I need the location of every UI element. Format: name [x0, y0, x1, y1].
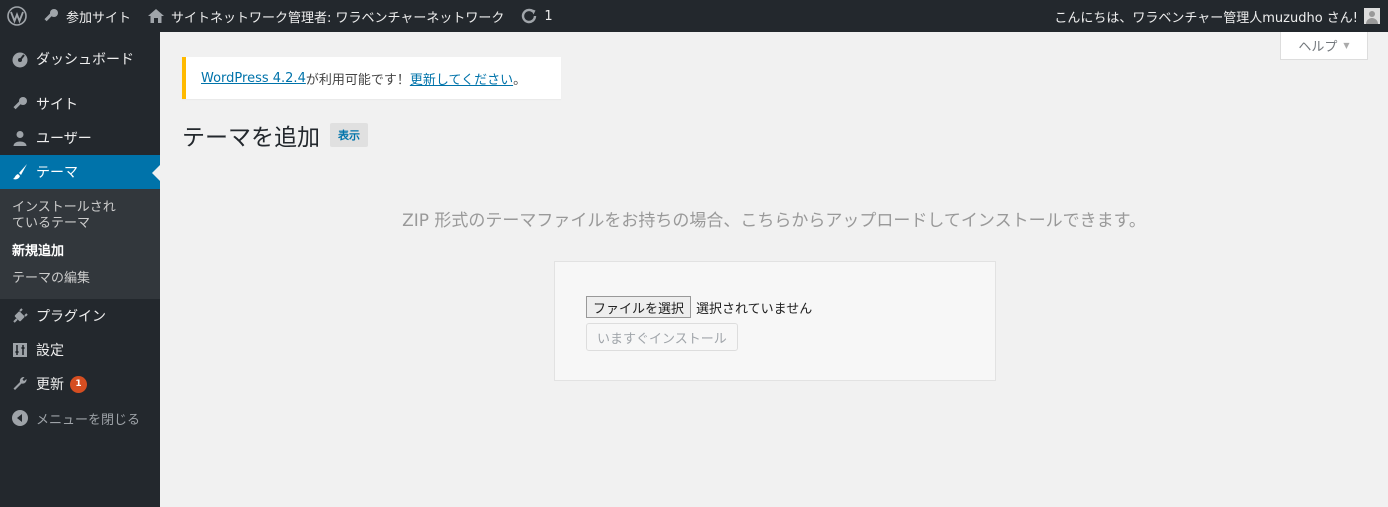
sidebar-item-label: 設定	[36, 343, 64, 359]
plugin-icon	[10, 306, 30, 326]
submenu-installed-themes[interactable]: インストールされているテーマ	[0, 196, 140, 237]
network-admin-menu[interactable]: サイトネットワーク管理者: ワラベンチャーネットワーク	[139, 0, 512, 32]
collapse-menu-button[interactable]: メニューを閉じる	[0, 401, 160, 435]
help-label: ヘルプ	[1298, 40, 1338, 55]
sidebar-item-label: ダッシュボード	[36, 52, 134, 68]
submenu-theme-editor[interactable]: テーマの編集	[0, 267, 160, 291]
updates-menu[interactable]: 1	[512, 0, 560, 32]
sidebar-item-themes[interactable]: テーマ	[0, 155, 160, 189]
sidebar-item-dashboard[interactable]: ダッシュボード	[0, 42, 160, 76]
page-title-text: テーマを追加	[182, 125, 320, 151]
sidebar-item-plugins[interactable]: プラグイン	[0, 299, 160, 333]
collapse-arrow-icon	[10, 408, 30, 428]
user-icon	[10, 128, 30, 148]
sidebar-item-label: サイト	[36, 97, 78, 113]
browse-button[interactable]: 表示	[330, 123, 368, 147]
upload-description: ZIP 形式のテーマファイルをお持ちの場合、こちらからアップロードしてインストー…	[402, 211, 1146, 231]
notice-text: が利用可能です！	[305, 72, 410, 88]
wordpress-version-link[interactable]: WordPress 4.2.4	[201, 71, 306, 86]
page-title: テーマを追加 表示	[182, 118, 368, 152]
install-now-button[interactable]: いますぐインストール	[586, 323, 738, 351]
update-now-link[interactable]: 更新してください	[410, 69, 513, 88]
help-tab-button[interactable]: ヘルプ ▼	[1280, 32, 1368, 60]
file-status-text: 選択されていません	[696, 301, 813, 317]
greeting-text: こんにちは、ワラベンチャー管理人muzudho さん!	[1054, 10, 1358, 26]
sidebar-item-settings[interactable]: 設定	[0, 333, 160, 367]
themes-submenu: インストールされているテーマ 新規追加 テーマの編集	[0, 189, 160, 299]
sidebar-item-label: プラグイン	[36, 309, 106, 325]
file-input[interactable]: ファイルを選択 選択されていません	[586, 296, 812, 318]
choose-file-button[interactable]: ファイルを選択	[586, 296, 692, 318]
sidebar-item-users[interactable]: ユーザー	[0, 121, 160, 155]
my-sites-label: 参加サイト	[66, 10, 132, 26]
account-menu[interactable]: こんにちは、ワラベンチャー管理人muzudho さん!	[1054, 0, 1388, 32]
avatar	[1364, 8, 1380, 24]
sidebar-item-label: 更新	[36, 377, 64, 393]
key-icon	[10, 94, 30, 114]
notice-end: 。	[513, 72, 527, 88]
caret-down-icon: ▼	[1343, 41, 1350, 50]
dashboard-icon	[10, 49, 30, 69]
upload-form: ファイルを選択 選択されていません いますぐインストール	[554, 261, 996, 381]
key-icon	[42, 7, 60, 25]
updates-count: 1	[544, 8, 553, 24]
collapse-label: メニューを閉じる	[36, 412, 141, 428]
admin-bar: 参加サイト サイトネットワーク管理者: ワラベンチャーネットワーク 1 こんにち…	[0, 0, 1388, 32]
settings-icon	[10, 340, 30, 360]
sidebar-item-label: テーマ	[36, 165, 78, 181]
update-count-badge: 1	[70, 375, 87, 393]
sidebar-item-updates[interactable]: 更新 1	[0, 367, 160, 401]
home-icon	[147, 7, 165, 25]
my-sites-menu[interactable]: 参加サイト	[34, 0, 139, 32]
refresh-icon	[520, 7, 538, 25]
admin-sidebar: ダッシュボード サイト ユーザー テーマ インストールされているテーマ 新規追加…	[0, 32, 160, 507]
main-content: ヘルプ ▼ WordPress 4.2.4 が利用可能です！ 更新してください …	[160, 32, 1388, 507]
wrench-icon	[10, 374, 30, 394]
sidebar-item-label: ユーザー	[36, 131, 92, 147]
update-notice: WordPress 4.2.4 が利用可能です！ 更新してください 。	[182, 57, 561, 99]
wordpress-logo-icon[interactable]	[0, 0, 34, 32]
paintbrush-icon	[10, 162, 30, 182]
network-admin-label: サイトネットワーク管理者: ワラベンチャーネットワーク	[171, 10, 505, 26]
submenu-add-new[interactable]: 新規追加	[0, 240, 160, 264]
sidebar-item-sites[interactable]: サイト	[0, 87, 160, 121]
